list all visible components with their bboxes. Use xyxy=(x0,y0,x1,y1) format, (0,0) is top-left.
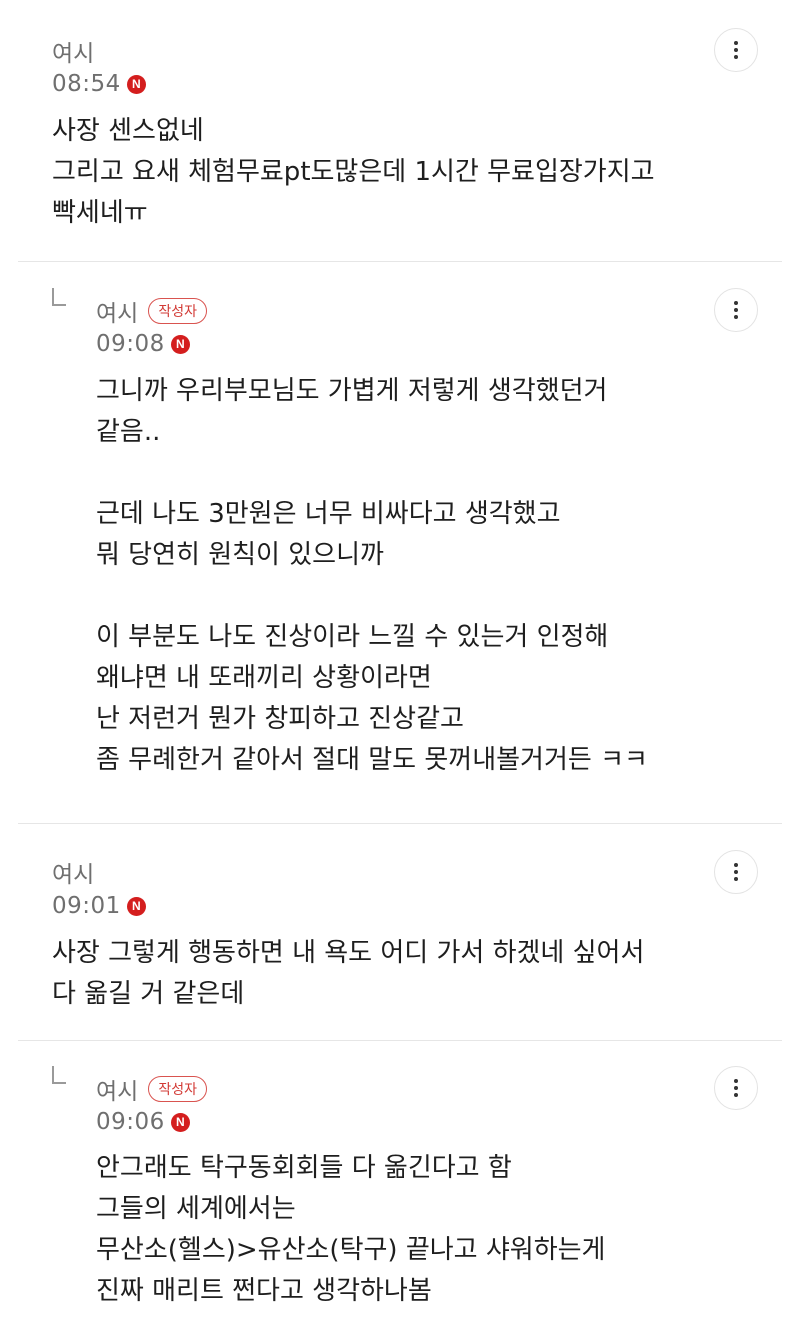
comment-line: 그들의 세계에서는 xyxy=(96,1194,296,1224)
comment-divider xyxy=(18,823,782,824)
comment-line xyxy=(96,576,648,617)
new-icon: N xyxy=(126,896,146,916)
comment-body: 사장 그렇게 행동하면 내 욕도 어디 가서 하겠네 싶어서 다 옮길 거 같은… xyxy=(52,933,644,1015)
comment-meta: 09:01 N xyxy=(52,890,146,922)
more-icon xyxy=(734,1079,738,1083)
comment-time: 09:06 xyxy=(96,1109,165,1135)
comment-line: 왜냐면 내 또래끼리 상황이라면 xyxy=(96,663,432,693)
comment-header: 여시 xyxy=(52,34,94,68)
author-name[interactable]: 여시 xyxy=(96,294,138,328)
more-icon xyxy=(734,301,738,305)
new-icon: N xyxy=(170,334,190,354)
new-icon: N xyxy=(126,74,146,94)
new-icon: N xyxy=(170,1112,190,1132)
more-options-button[interactable] xyxy=(714,850,758,894)
comment-meta: 09:06 N xyxy=(96,1106,190,1138)
comment-body: 사장 센스없네 그리고 요새 체험무료pt도많은데 1시간 무료입장가지고 빡세… xyxy=(52,111,655,234)
comment-line: 같음.. xyxy=(96,417,161,447)
more-icon xyxy=(734,41,738,45)
comment-line: 무산소(헬스)>유산소(탁구) 끝나고 샤워하는게 xyxy=(96,1235,606,1265)
comment-header: 여시 작성자 xyxy=(96,294,207,328)
comment-line: 난 저런거 뭔가 창피하고 진상같고 xyxy=(96,704,464,734)
comment-meta: 09:08 N xyxy=(96,328,190,360)
comment-line: 진짜 매리트 쩐다고 생각하나봄 xyxy=(96,1276,432,1306)
more-options-button[interactable] xyxy=(714,288,758,332)
more-options-button[interactable] xyxy=(714,28,758,72)
comment-divider xyxy=(18,1040,782,1041)
comment-line: 사장 그렇게 행동하면 내 욕도 어디 가서 하겠네 싶어서 xyxy=(52,938,645,968)
comment-time: 08:54 xyxy=(52,71,121,97)
comment-body: 안그래도 탁구동회회들 다 옮긴다고 함 그들의 세계에서는 무산소(헬스)>유… xyxy=(96,1148,605,1312)
comment-line: 이 부분도 나도 진상이라 느낄 수 있는거 인정해 xyxy=(96,622,609,652)
comment-line xyxy=(96,453,648,494)
more-icon xyxy=(734,863,738,867)
writer-badge: 작성자 xyxy=(148,1076,207,1102)
writer-badge: 작성자 xyxy=(148,298,207,324)
comment-line: 좀 무례한거 같아서 절대 말도 못꺼내볼거거든 ㅋㅋ xyxy=(96,745,648,775)
reply-arrow-icon xyxy=(52,288,66,306)
comment-time: 09:08 xyxy=(96,331,165,357)
comment-divider xyxy=(18,261,782,262)
author-name[interactable]: 여시 xyxy=(96,1072,138,1106)
comment-line: 뭐 당연히 원칙이 있으니까 xyxy=(96,540,384,570)
reply-arrow-icon xyxy=(52,1066,66,1084)
comment-header: 여시 xyxy=(52,855,94,889)
comment-line: 다 옮길 거 같은데 xyxy=(52,979,245,1009)
comment-line: 그리고 요새 체험무료pt도많은데 1시간 무료입장가지고 xyxy=(52,157,655,187)
comment-header: 여시 작성자 xyxy=(96,1072,207,1106)
comment-line: 사장 센스없네 xyxy=(52,116,204,146)
author-name[interactable]: 여시 xyxy=(52,34,94,68)
comment-body: 그니까 우리부모님도 가볍게 저렇게 생각했던거 같음.. 근데 나도 3만원은… xyxy=(96,371,648,781)
comment-meta: 08:54 N xyxy=(52,68,146,100)
comment-line: 안그래도 탁구동회회들 다 옮긴다고 함 xyxy=(96,1153,512,1183)
comment-line: 근데 나도 3만원은 너무 비싸다고 생각했고 xyxy=(96,499,561,529)
comment-line: 빡세네ㅠ xyxy=(52,198,148,228)
author-name[interactable]: 여시 xyxy=(52,855,94,889)
more-options-button[interactable] xyxy=(714,1066,758,1110)
comment-line: 그니까 우리부모님도 가볍게 저렇게 생각했던거 xyxy=(96,376,608,406)
comment-time: 09:01 xyxy=(52,893,121,919)
